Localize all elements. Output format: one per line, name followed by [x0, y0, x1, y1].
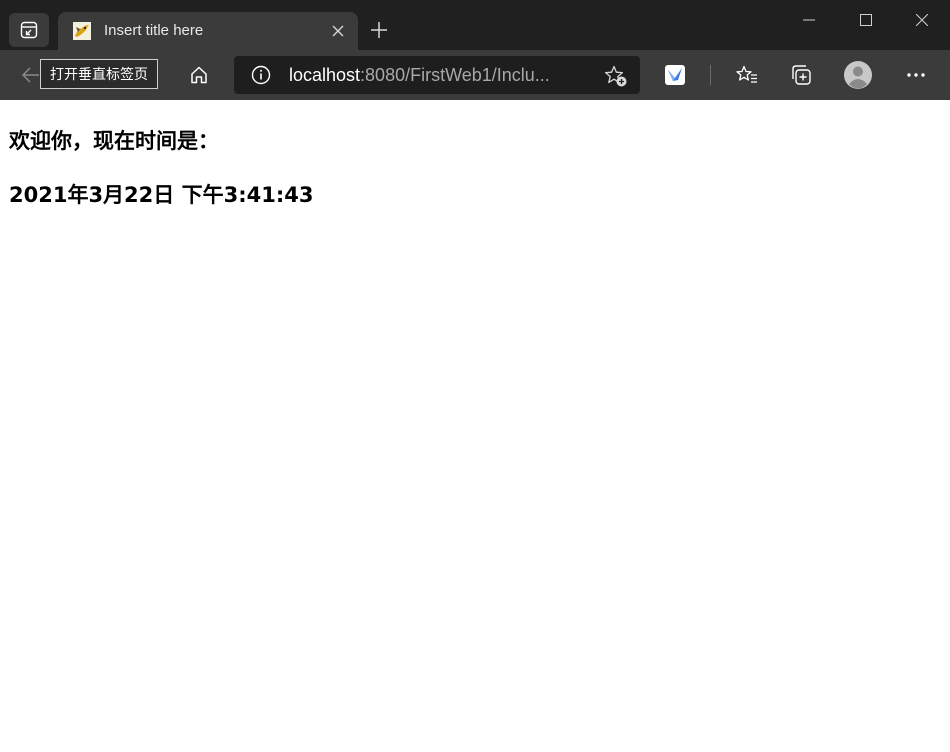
extension-icon: [665, 65, 685, 85]
extension-button[interactable]: [658, 58, 692, 92]
url-path: :8080/FirstWeb1/Inclu...: [360, 65, 550, 85]
url-text[interactable]: localhost:8080/FirstWeb1/Inclu...: [289, 65, 579, 85]
maximize-icon: [860, 14, 872, 26]
current-datetime: 2021年3月22日 下午3:41:43: [9, 183, 314, 207]
page-content: 欢迎你，现在时间是： 2021年3月22日 下午3:41:43: [0, 100, 950, 752]
window-close-button[interactable]: [894, 0, 950, 40]
profile-avatar: [844, 61, 872, 89]
favorites-icon: [736, 65, 757, 83]
back-arrow-icon: [22, 67, 39, 83]
more-button[interactable]: [899, 58, 933, 92]
url-host: localhost: [289, 65, 361, 85]
tab-actions-button[interactable]: [9, 13, 49, 47]
toolbar-divider: [710, 65, 711, 85]
close-icon: [332, 25, 344, 37]
more-icon: [907, 73, 925, 77]
collections-icon: [792, 65, 811, 85]
home-icon: [191, 66, 207, 84]
tab-close-button[interactable]: [328, 21, 348, 41]
welcome-heading: 欢迎你，现在时间是：: [9, 129, 219, 153]
plus-icon: [371, 22, 387, 38]
vertical-tabs-tooltip: 打开垂直标签页: [40, 59, 158, 89]
close-icon: [916, 14, 928, 26]
tomcat-favicon: [73, 22, 91, 40]
tab-title: Insert title here: [104, 22, 204, 39]
site-info-icon[interactable]: [251, 65, 271, 85]
home-button[interactable]: [182, 58, 216, 92]
minimize-button[interactable]: [781, 0, 837, 40]
browser-window: Insert title here localhost:8080/FirstWe…: [0, 0, 950, 752]
collections-button[interactable]: [784, 58, 818, 92]
maximize-button[interactable]: [838, 0, 894, 40]
tab-active[interactable]: Insert title here: [58, 12, 358, 50]
tab-strip: Insert title here: [0, 0, 950, 50]
minimize-icon: [803, 19, 815, 21]
address-bar[interactable]: localhost:8080/FirstWeb1/Inclu...: [234, 56, 640, 94]
add-favorite-icon[interactable]: [604, 64, 628, 88]
new-tab-button[interactable]: [366, 17, 392, 43]
vertical-tabs-icon: [20, 21, 38, 39]
profile-button[interactable]: [841, 58, 875, 92]
favorites-button[interactable]: [730, 58, 764, 92]
